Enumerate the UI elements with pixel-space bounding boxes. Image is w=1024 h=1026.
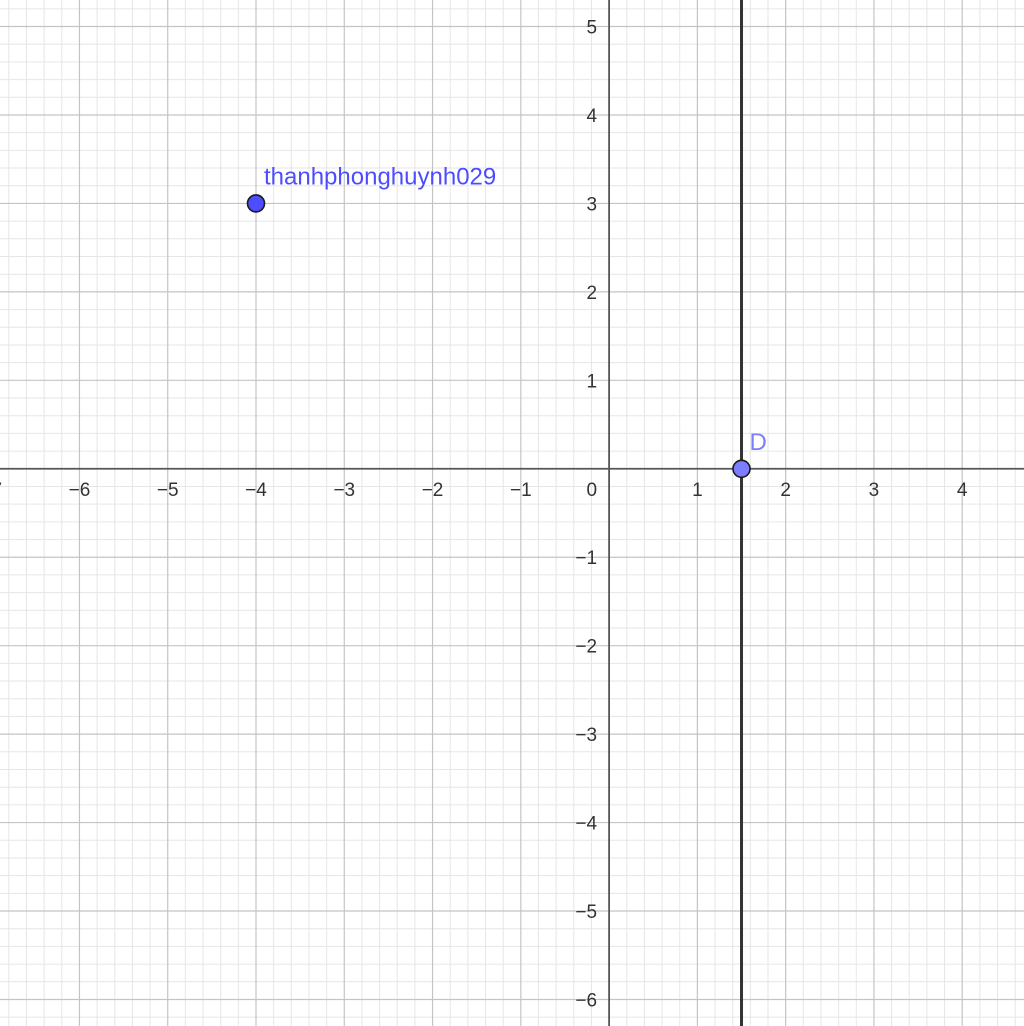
y-tick-label: −3 [575,725,597,746]
y-tick-label: 1 [587,371,598,392]
point-marker [732,459,751,479]
minor-grid [0,0,1024,1026]
y-tick-label: −6 [575,990,597,1011]
y-tick-label: −2 [575,637,597,658]
x-tick-label: 3 [869,480,880,501]
x-tick-label: 4 [957,480,968,501]
y-tick-label: 4 [587,106,598,127]
x-tick-label: −1 [510,480,532,501]
x-tick-label: 2 [780,480,791,501]
x-tick-label: −5 [157,480,179,501]
y-tick-label: 5 [587,18,598,39]
origin-label: 0 [587,480,598,501]
point-label: thanhphonghuynh029 [264,163,496,190]
x-tick-label: −3 [333,480,355,501]
x-tick-label: −6 [69,480,91,501]
points: thanhphonghuynh029 D [246,163,767,479]
x-tick-label: −4 [245,480,267,501]
y-tick-label: 3 [587,194,598,215]
x-tick-label: 1 [692,480,703,501]
y-tick-label: 2 [587,283,598,304]
coordinate-plane: −7 −6 −5 −4 −3 −2 −1 1 2 3 4 −6 −5 −4 −3 −2 −1 1 2 3 4 5 0 tha… [0,0,1024,1026]
y-tick-label: −1 [575,548,597,569]
x-tick-label: −2 [422,480,444,501]
point-marker [246,194,266,213]
major-grid [0,0,1024,1026]
y-tick-label: −4 [575,814,597,835]
y-tick-label: −5 [575,902,597,923]
point-label: D [750,429,767,456]
x-tick-label: −7 [0,480,2,501]
axes [0,0,1024,1026]
